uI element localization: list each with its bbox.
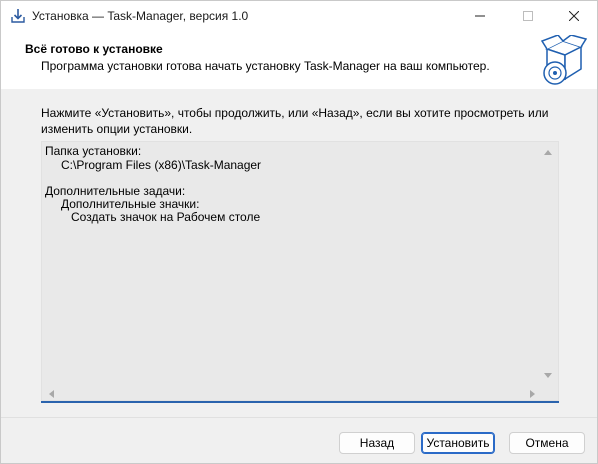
scroll-left-arrow-icon[interactable] xyxy=(45,388,57,400)
memo-tasks-label: Дополнительные задачи: xyxy=(45,184,186,198)
memo-dest-path: C:\Program Files (x86)\Task-Manager xyxy=(61,158,262,172)
minimize-icon xyxy=(475,15,485,17)
close-button[interactable] xyxy=(551,1,597,31)
page-header: Всё готово к установке Программа установ… xyxy=(1,31,597,89)
memo-focus-underline xyxy=(41,401,559,403)
ready-memo[interactable]: Папка установки: C:\Program Files (x86)\… xyxy=(41,141,559,401)
button-bar: Назад Установить Отмена xyxy=(1,417,597,463)
memo-dest-label: Папка установки: xyxy=(45,144,142,158)
scroll-down-arrow-icon[interactable] xyxy=(542,370,554,382)
memo-desktop-icon-task: Создать значок на Рабочем столе xyxy=(71,210,261,224)
instruction-text: Нажмите «Установить», чтобы продолжить, … xyxy=(41,106,549,136)
install-button[interactable]: Установить xyxy=(421,432,495,454)
title-bar[interactable]: Установка — Task-Manager, версия 1.0 xyxy=(1,1,597,31)
page-title: Всё готово к установке xyxy=(25,42,163,56)
scroll-right-arrow-icon[interactable] xyxy=(527,388,539,400)
close-icon xyxy=(569,11,579,21)
cancel-button[interactable]: Отмена xyxy=(509,432,585,454)
main-panel: Нажмите «Установить», чтобы продолжить, … xyxy=(1,89,597,417)
installer-window: Установка — Task-Manager, версия 1.0 Всё… xyxy=(0,0,598,464)
setup-box-cd-icon xyxy=(540,34,588,87)
memo-icons-label: Дополнительные значки: xyxy=(61,197,200,211)
maximize-button xyxy=(505,1,551,31)
installer-download-icon xyxy=(10,8,26,24)
maximize-icon xyxy=(523,11,533,21)
page-subtitle: Программа установки готова начать устано… xyxy=(41,59,490,73)
scroll-up-arrow-icon[interactable] xyxy=(542,146,554,158)
minimize-button[interactable] xyxy=(457,1,503,31)
window-title: Установка — Task-Manager, версия 1.0 xyxy=(32,9,249,23)
back-button[interactable]: Назад xyxy=(339,432,415,454)
